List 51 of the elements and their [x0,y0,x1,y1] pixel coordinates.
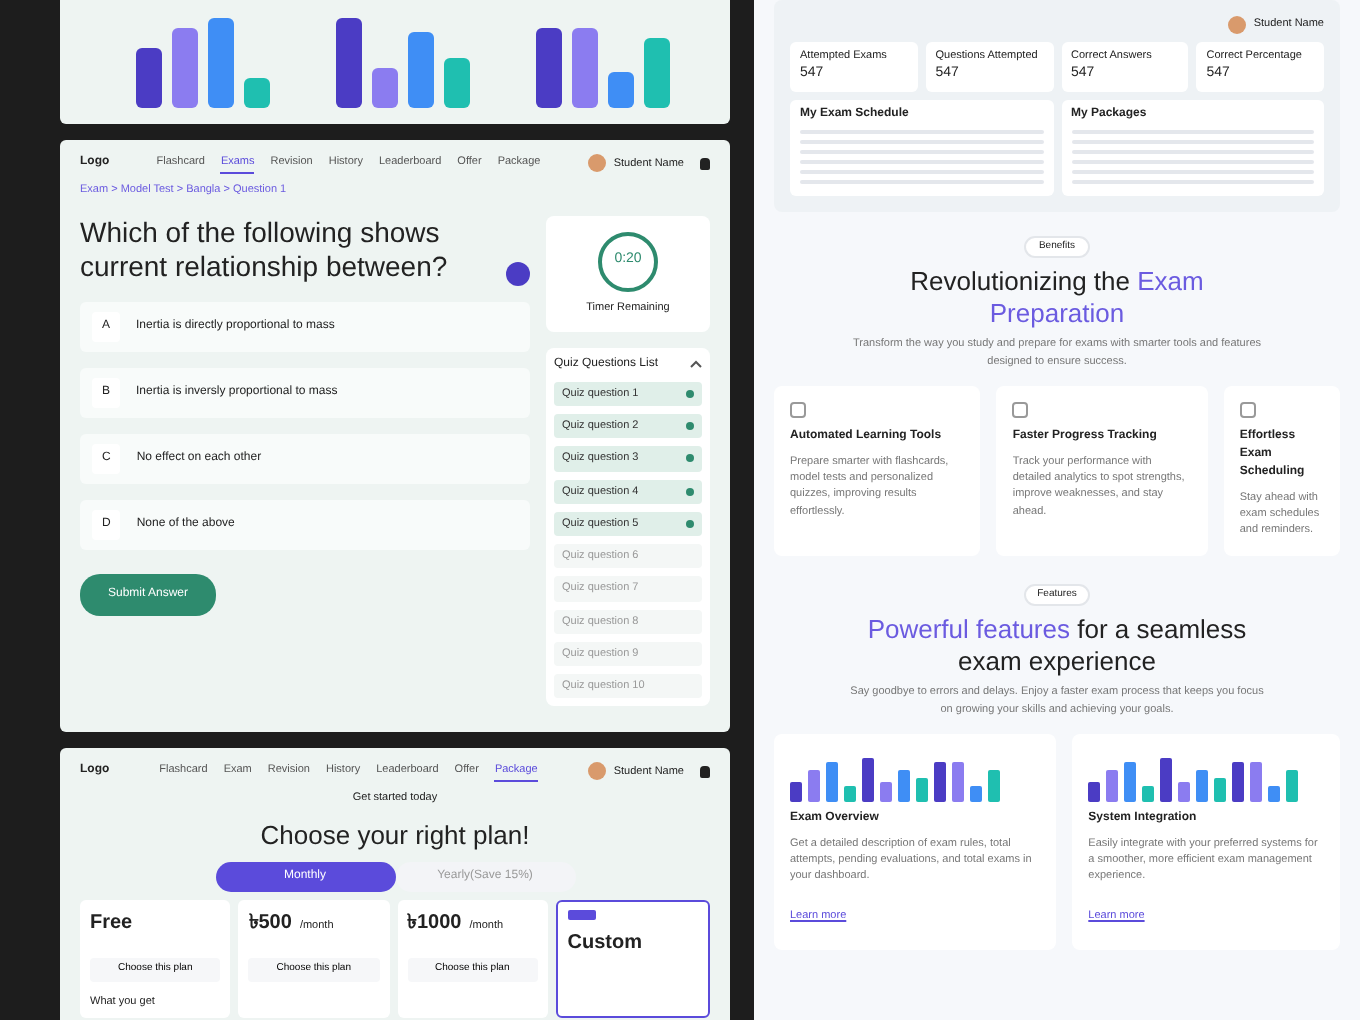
chart-bar [643,38,669,108]
chart-bar [371,68,397,108]
chart-bar [135,48,161,108]
chart-bar [443,58,469,108]
chart-bar [1088,781,1101,802]
chart-bar [862,757,874,802]
chart-bar [934,761,946,802]
chart-bar [1268,785,1281,802]
chart-bar [916,777,928,802]
plan-price: ৳1000 [407,910,462,938]
chart-bar [1178,781,1191,802]
avatar-icon [587,154,606,173]
question-text: Which of the following shows current relationship between? [80,215,450,285]
avatar-icon [587,762,606,781]
chevron-icon[interactable] [690,360,702,369]
chart-bar [607,72,633,108]
chart-bar [335,18,361,108]
feature-icon [790,401,806,418]
chart-bar [880,781,892,802]
chart-bar [1124,761,1137,802]
chart-bar [571,28,597,108]
chart-bar [970,785,982,802]
chart-bar [1232,761,1245,802]
chart-bar [826,761,838,802]
chart-bar [535,28,561,108]
plan-price: Custom [567,930,642,958]
plan-price: Free [90,910,133,938]
chart-bar [243,78,269,108]
chart-bar [207,18,233,108]
chart-bar [407,32,433,108]
section-heading: Powerful features for a seamless exam experience [865,614,1249,677]
chart-bar [808,769,820,802]
chart-bar [1286,769,1299,802]
plan-title: Choose your right plan! [260,817,530,854]
chart-bar [1196,769,1209,802]
feature-icon [1239,401,1256,418]
chart-bar [844,785,856,802]
chart-bar [952,761,964,802]
chart-bar [1214,777,1227,802]
chart-bar [898,769,910,802]
chart-bar [1160,757,1173,802]
section-heading: Revolutionizing the Exam Preparation [908,266,1206,329]
chart-bar [1250,761,1263,802]
chart-bar [790,781,802,802]
chart-bar [1106,769,1119,802]
feature-icon [1012,401,1029,418]
chart-bar [1142,785,1155,802]
chart-bar [171,28,197,108]
plan-price: ৳500 [248,910,292,938]
chart-bar [988,769,1000,802]
avatar-icon [1227,16,1246,34]
